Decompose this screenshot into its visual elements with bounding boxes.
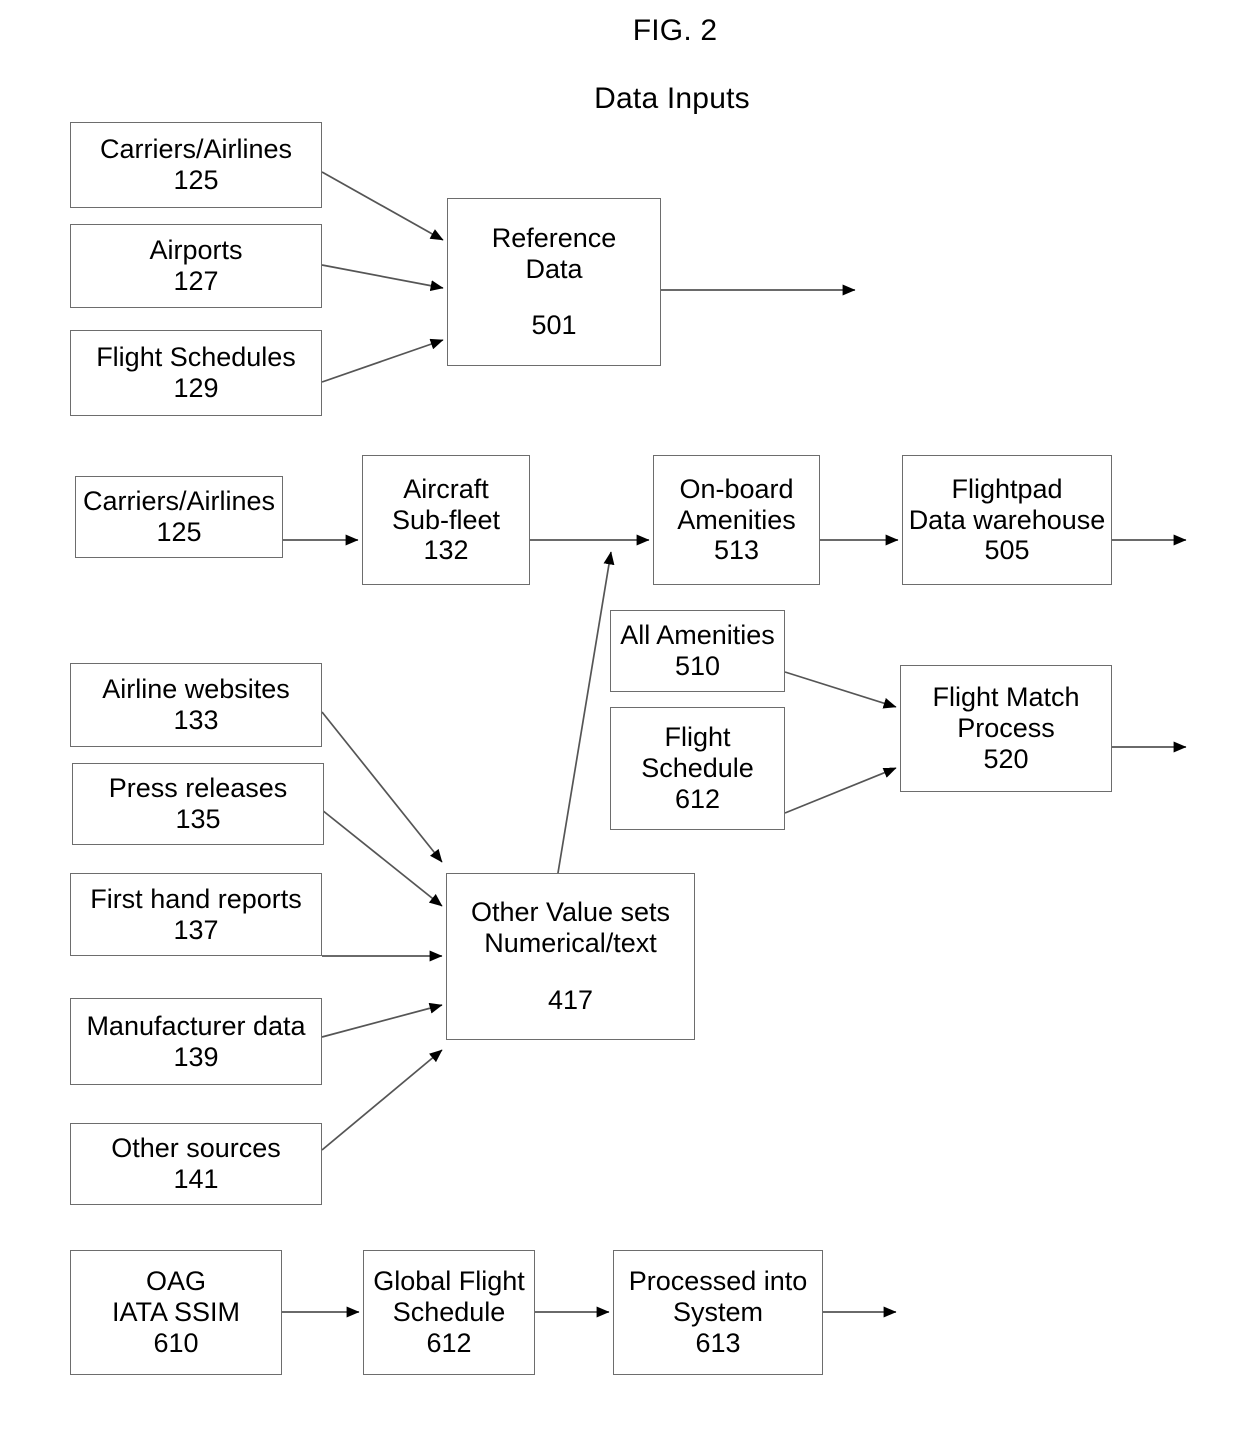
node-label-line2: System bbox=[672, 1297, 764, 1328]
node-airports-127[interactable]: Airports 127 bbox=[70, 224, 322, 308]
node-global-flight-schedule-612[interactable]: Global Flight Schedule 612 bbox=[363, 1250, 535, 1375]
edge-airports-to-reference bbox=[321, 264, 444, 292]
node-manufacturer-data-139[interactable]: Manufacturer data 139 bbox=[70, 998, 322, 1085]
node-ref: 127 bbox=[173, 266, 219, 296]
node-ref: 501 bbox=[531, 310, 577, 341]
node-ref: 129 bbox=[173, 373, 219, 403]
node-label-line2: Amenities bbox=[677, 504, 796, 535]
edge-flightschedule612-to-flightmatch bbox=[784, 767, 897, 814]
node-ref: 139 bbox=[173, 1041, 219, 1072]
node-label-line2: Data bbox=[525, 253, 583, 284]
node-label-line2: IATA SSIM bbox=[111, 1297, 241, 1328]
edge-websites-to-valuesets bbox=[321, 711, 443, 863]
node-label-line1: Aircraft bbox=[403, 473, 489, 504]
node-label-line1: On-board bbox=[679, 473, 794, 504]
node-ref: 132 bbox=[423, 535, 469, 566]
node-flight-match-process-520[interactable]: Flight Match Process 520 bbox=[900, 665, 1112, 792]
node-onboard-amenities-513[interactable]: On-board Amenities 513 bbox=[653, 455, 820, 585]
edge-manufacturer-to-valuesets bbox=[321, 1002, 443, 1038]
node-label: First hand reports bbox=[90, 883, 302, 914]
edge-valuesets-to-onboard bbox=[555, 551, 615, 886]
node-flight-schedule-612[interactable]: Flight Schedule 612 bbox=[610, 707, 785, 830]
node-carriers-airlines-125-mid[interactable]: Carriers/Airlines 125 bbox=[75, 476, 283, 558]
node-label: Carriers/Airlines bbox=[99, 134, 293, 165]
node-label: Airline websites bbox=[102, 674, 290, 705]
node-label-line2: Data warehouse bbox=[908, 504, 1106, 535]
figure-label: FIG. 2 bbox=[632, 14, 718, 47]
node-label-line1: Global Flight bbox=[373, 1266, 525, 1297]
node-label: Carriers/Airlines bbox=[82, 486, 276, 517]
node-press-releases-135[interactable]: Press releases 135 bbox=[72, 763, 324, 845]
node-ref: 505 bbox=[984, 535, 1030, 566]
node-other-value-sets-417[interactable]: Other Value sets Numerical/text 417 bbox=[446, 873, 695, 1040]
node-label-line2: Process bbox=[957, 713, 1055, 744]
node-other-sources-141[interactable]: Other sources 141 bbox=[70, 1123, 322, 1205]
node-ref: 125 bbox=[173, 165, 219, 195]
node-ref: 125 bbox=[156, 517, 202, 547]
node-label: Other sources bbox=[111, 1133, 281, 1164]
node-ref: 135 bbox=[175, 804, 221, 834]
node-ref: 417 bbox=[547, 984, 594, 1015]
node-label-line1: Flight Match bbox=[932, 682, 1080, 713]
node-aircraft-subfleet-132[interactable]: Aircraft Sub-fleet 132 bbox=[362, 455, 530, 585]
node-label: Manufacturer data bbox=[86, 1010, 306, 1041]
node-label: All Amenities bbox=[620, 620, 775, 651]
node-flightpad-data-warehouse-505[interactable]: Flightpad Data warehouse 505 bbox=[902, 455, 1112, 585]
node-label-line2: Schedule bbox=[641, 753, 754, 784]
node-airline-websites-133[interactable]: Airline websites 133 bbox=[70, 663, 322, 747]
edge-flightschedules-to-reference bbox=[321, 338, 444, 383]
node-all-amenities-510[interactable]: All Amenities 510 bbox=[610, 610, 785, 692]
node-label-line2: Numerical/text bbox=[484, 928, 657, 959]
node-ref: 510 bbox=[674, 651, 721, 681]
node-ref: 137 bbox=[173, 914, 219, 945]
node-label-line2: Sub-fleet bbox=[391, 504, 501, 535]
edge-pressreleases-to-valuesets bbox=[321, 809, 443, 907]
node-label-line1: Processed into bbox=[628, 1266, 808, 1297]
node-label-line1: Flight bbox=[664, 722, 731, 753]
node-label-line1: Flightpad bbox=[951, 473, 1063, 504]
node-ref: 513 bbox=[713, 535, 760, 566]
node-label: Press releases bbox=[108, 773, 288, 804]
patent-figure: FIG. 2 Data Inputs Carriers/Airlines 125… bbox=[0, 0, 1240, 1451]
node-first-hand-reports-137[interactable]: First hand reports 137 bbox=[70, 873, 322, 956]
node-label-line1: Other Value sets bbox=[470, 897, 671, 928]
edge-othersources-to-valuesets bbox=[321, 1049, 443, 1151]
node-label-line2: Schedule bbox=[392, 1297, 506, 1328]
node-ref: 141 bbox=[173, 1164, 219, 1194]
node-ref: 133 bbox=[173, 705, 219, 735]
node-flight-schedules-129[interactable]: Flight Schedules 129 bbox=[70, 330, 322, 416]
node-label-line1: OAG bbox=[145, 1266, 206, 1297]
node-ref: 612 bbox=[674, 783, 721, 814]
node-ref: 613 bbox=[695, 1327, 741, 1358]
node-processed-into-system-613[interactable]: Processed into System 613 bbox=[613, 1250, 823, 1375]
node-label: Flight Schedules bbox=[96, 342, 296, 373]
node-ref: 612 bbox=[426, 1327, 472, 1358]
node-ref: 520 bbox=[983, 743, 1029, 774]
figure-subtitle: Data Inputs bbox=[594, 82, 750, 115]
node-reference-data-501[interactable]: Reference Data 501 bbox=[447, 198, 661, 366]
node-carriers-airlines-125[interactable]: Carriers/Airlines 125 bbox=[70, 122, 322, 208]
edge-allamenities-to-flightmatch bbox=[784, 671, 897, 709]
node-label: Airports bbox=[149, 235, 243, 266]
node-oag-iata-ssim-610[interactable]: OAG IATA SSIM 610 bbox=[70, 1250, 282, 1375]
node-label-line1: Reference bbox=[491, 222, 617, 253]
node-ref: 610 bbox=[153, 1327, 199, 1358]
edge-carriers-to-reference bbox=[321, 171, 444, 241]
